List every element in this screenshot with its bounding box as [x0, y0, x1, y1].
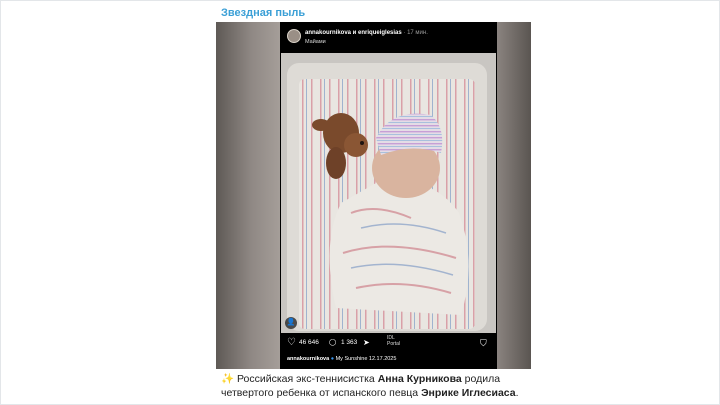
avatar	[287, 29, 301, 43]
likes-count: 46 646	[299, 339, 319, 346]
tagged-user-icon: 👤	[285, 317, 297, 329]
comment-icon: ◯	[329, 339, 337, 346]
post-name-2: Энрике Иглесиаса	[421, 387, 516, 399]
channel-name[interactable]: Звездная пыль	[221, 7, 305, 19]
sparkles-emoji: ✨	[221, 373, 235, 385]
bookmark-icon: ⛉	[480, 338, 487, 348]
post-name-1: Анна Курникова	[377, 373, 462, 385]
audio-label-line-2: Portal	[387, 341, 401, 347]
ig-caption-user: annakournikova	[287, 356, 330, 362]
comments-count: 1 363	[341, 339, 358, 346]
ig-caption: annakournikova ● My Sunshine 12.17.2025	[287, 356, 396, 362]
ig-location: Майами	[305, 39, 326, 45]
baby-photo-illustration	[281, 53, 496, 333]
ig-time-ago: · 17 мин.	[403, 30, 428, 36]
send-icon: ➤	[363, 338, 370, 347]
instagram-screenshot: annakournikova и enriqueiglesias · 17 ми…	[280, 22, 497, 369]
ig-username: annakournikova и enriqueiglesias · 17 ми…	[305, 30, 428, 36]
post-card: Звездная пыль annakournikova и enriqueig…	[0, 0, 720, 405]
ig-header: annakournikova и enriqueiglesias · 17 ми…	[280, 22, 497, 52]
post-text-part-1: Российская экс-теннисистка	[234, 373, 378, 385]
post-media[interactable]: annakournikova и enriqueiglesias · 17 ми…	[216, 22, 531, 369]
post-text: ✨ Российская экс-теннисистка Анна Курник…	[221, 372, 521, 400]
post-text-part-3: .	[515, 387, 519, 399]
ig-caption-text: My Sunshine 12.17.2025	[335, 356, 397, 362]
verified-icon: ●	[330, 356, 335, 362]
audio-label: IDL Portal	[387, 335, 400, 347]
ig-actions: ♡ 46 646 ◯ 1 363 ➤ IDL Portal ⛉	[280, 335, 497, 351]
ig-username-text: annakournikova и enriqueiglesias	[305, 30, 402, 36]
media-blur-left	[216, 22, 280, 369]
baby-photo: 👤	[281, 53, 496, 333]
heart-icon: ♡	[287, 337, 296, 348]
